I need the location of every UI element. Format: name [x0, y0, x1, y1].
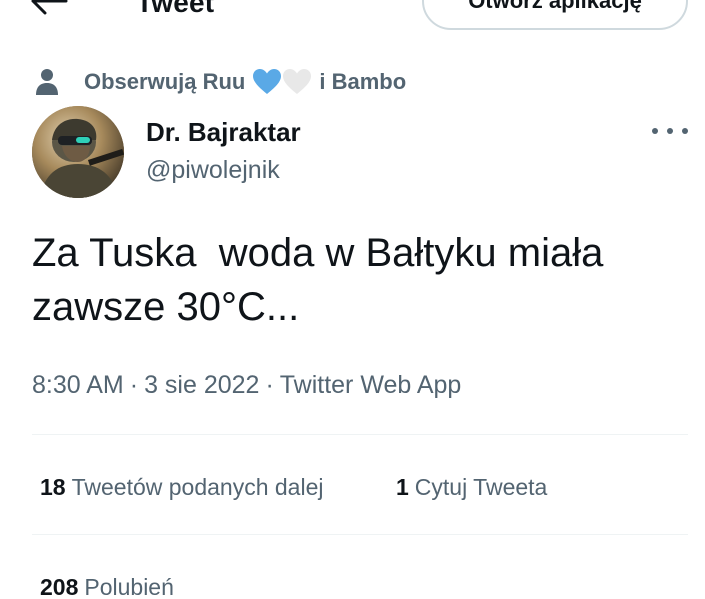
quotes-label: Cytuj Tweeta	[414, 474, 548, 500]
tweet-page: Tweet Otwórz aplikację Obserwują Ruu i B…	[0, 0, 705, 599]
more-dots-icon	[652, 128, 658, 134]
likes-stat[interactable]: 208 Polubień	[40, 572, 174, 599]
top-bar: Tweet Otwórz aplikację	[0, 0, 705, 32]
divider	[32, 534, 688, 535]
open-app-button[interactable]: Otwórz aplikację	[422, 0, 688, 30]
likes-count: 208	[40, 574, 79, 599]
meta-separator: ·	[265, 371, 274, 399]
soldier-avatar-icon	[32, 106, 124, 198]
arrow-left-icon	[31, 0, 68, 15]
quotes-stat[interactable]: 1 Cytuj Tweeta	[396, 472, 547, 502]
blue-heart-icon	[253, 69, 282, 94]
page-title: Tweet	[136, 0, 215, 18]
tweet-time[interactable]: 8:30 AM	[32, 371, 124, 399]
tweet-source[interactable]: Twitter Web App	[280, 371, 462, 399]
tweet-text: Za Tuska woda w Bałtyku miała zawsze 30°…	[32, 231, 615, 329]
more-options-button[interactable]	[652, 116, 688, 146]
back-button[interactable]	[30, 0, 70, 16]
tweet-date[interactable]: 3 sie 2022	[144, 371, 259, 399]
retweets-label: Tweetów podanych dalej	[71, 474, 324, 500]
meta-separator: ·	[129, 371, 139, 399]
social-context[interactable]: Obserwują Ruu i Bambo	[36, 66, 406, 98]
tweet-meta: 8:30 AM · 3 sie 2022 · Twitter Web App	[32, 368, 461, 402]
divider	[32, 434, 688, 435]
retweets-count: 18	[40, 474, 66, 500]
more-dots-icon	[667, 128, 673, 134]
hearts	[253, 69, 312, 95]
author-handle[interactable]: @piwolejnik	[146, 154, 280, 186]
avatar[interactable]	[32, 106, 124, 198]
white-heart-icon	[283, 69, 312, 94]
likes-label: Polubień	[84, 574, 174, 599]
social-context-prefix: Obserwują Ruu	[84, 69, 246, 94]
person-icon	[36, 69, 58, 95]
more-dots-icon	[682, 128, 688, 134]
quotes-count: 1	[396, 474, 409, 500]
retweets-stat[interactable]: 18 Tweetów podanych dalej	[40, 472, 323, 502]
author-name[interactable]: Dr. Bajraktar	[146, 116, 301, 148]
social-context-suffix: i Bambo	[319, 69, 407, 94]
